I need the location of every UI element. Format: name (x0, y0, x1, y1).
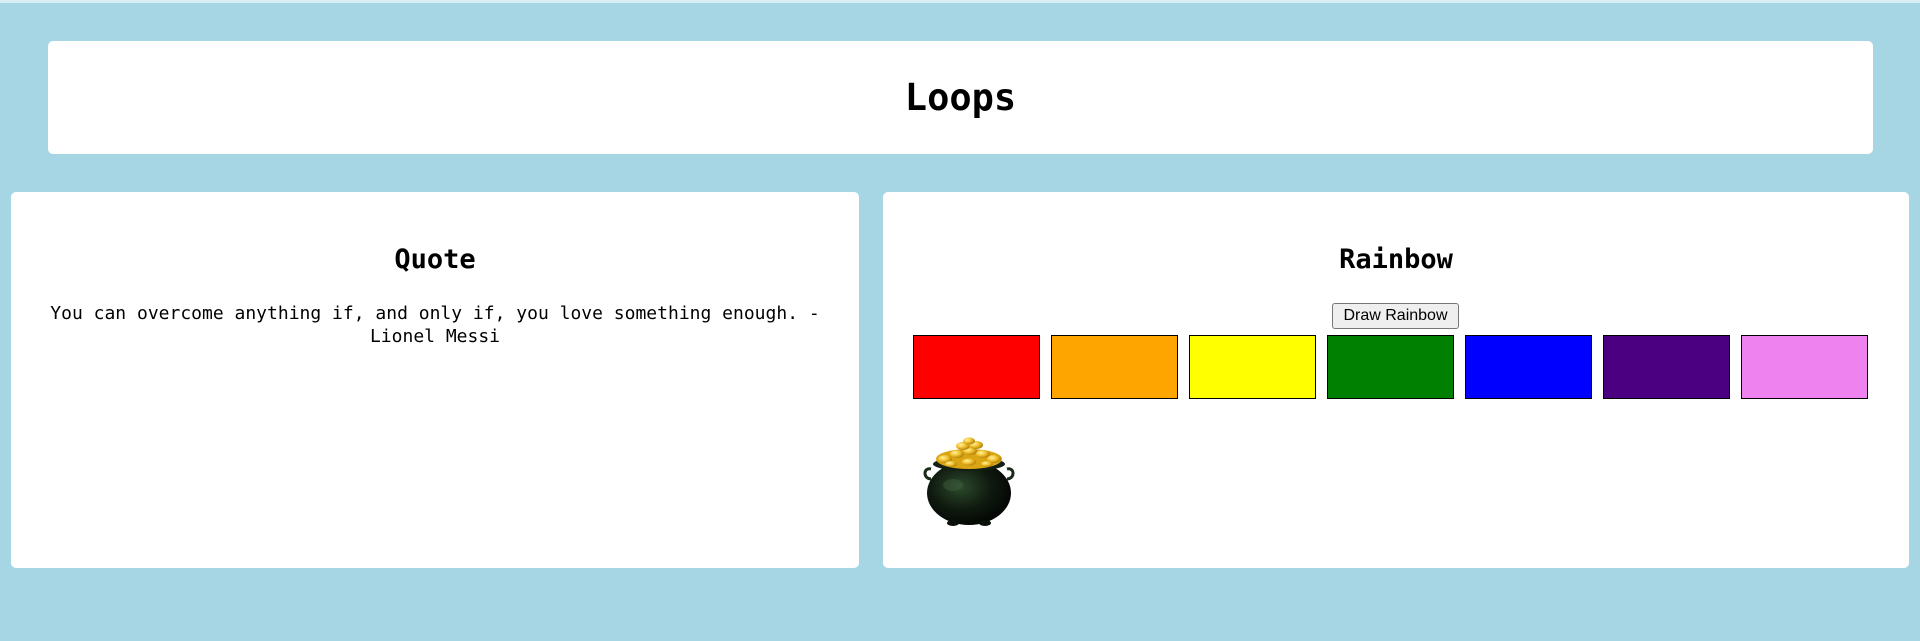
quote-heading: Quote (394, 244, 476, 275)
pot-of-gold-icon (923, 437, 1015, 531)
page-title: Loops (904, 76, 1017, 119)
draw-rainbow-button[interactable]: Draw Rainbow (1332, 303, 1459, 329)
rainbow-stripe (913, 335, 1040, 399)
rainbow-stripe (1465, 335, 1592, 399)
rainbow-stripe (1051, 335, 1178, 399)
quote-card: Quote You can overcome anything if, and … (11, 192, 859, 568)
rainbow-stripes (913, 335, 1868, 399)
top-edge-strip (0, 0, 1920, 3)
header-card: Loops (48, 41, 1873, 154)
quote-text: You can overcome anything if, and only i… (50, 303, 820, 347)
rainbow-heading: Rainbow (1339, 244, 1453, 275)
rainbow-stripe (1603, 335, 1730, 399)
rainbow-stripe (1189, 335, 1316, 399)
rainbow-card: Rainbow Draw Rainbow (883, 192, 1909, 568)
rainbow-stripe (1741, 335, 1868, 399)
pot-of-gold-svg (923, 437, 1015, 526)
rainbow-stripe (1327, 335, 1454, 399)
